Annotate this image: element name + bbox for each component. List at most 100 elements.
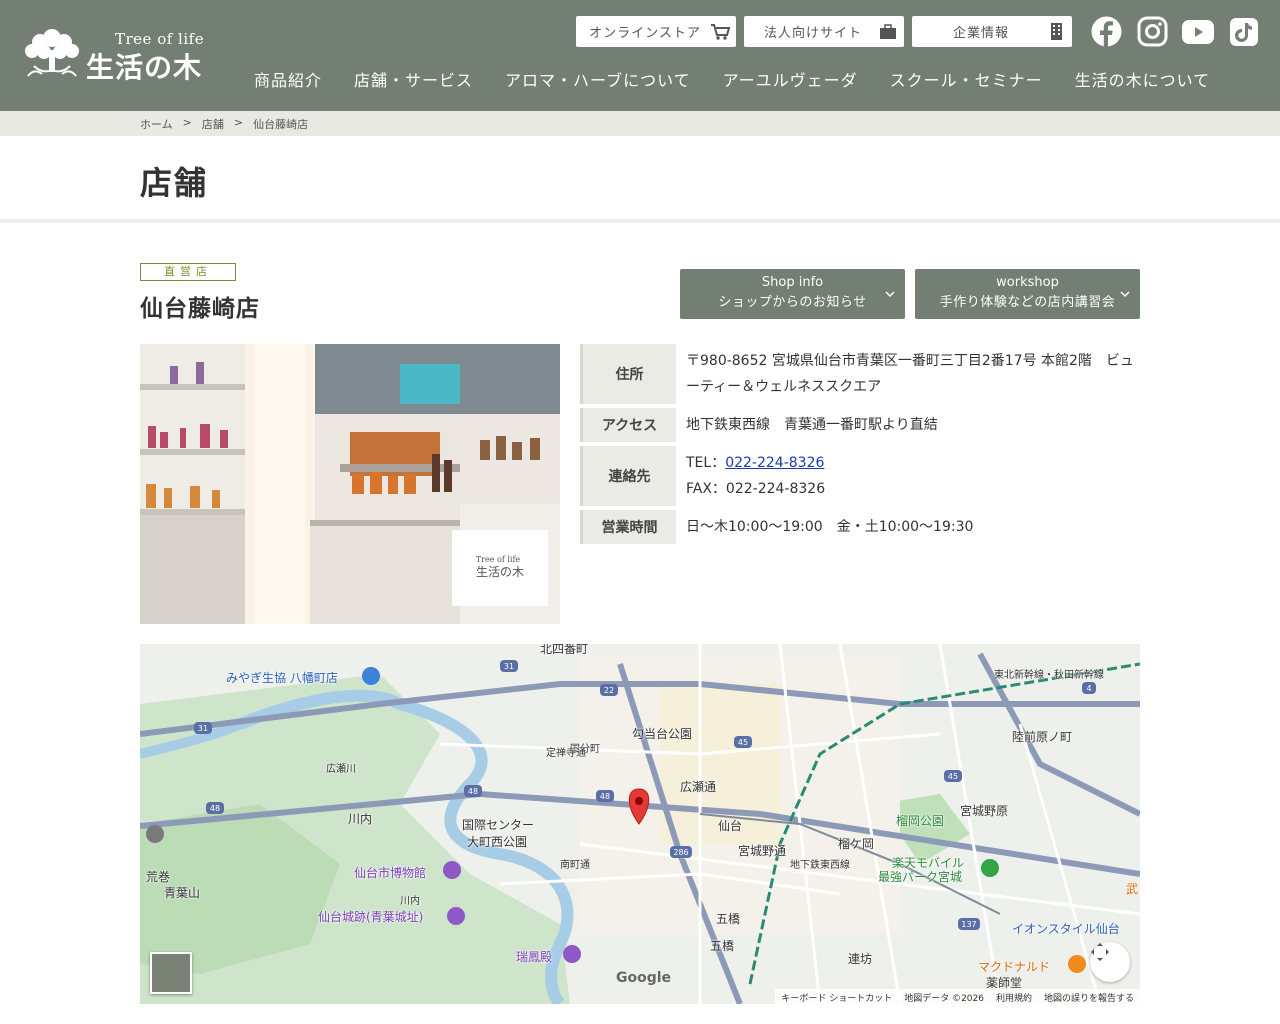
- facebook-icon: [1091, 16, 1121, 47]
- corporate-site-link[interactable]: 法人向けサイト: [744, 16, 904, 47]
- instagram-link[interactable]: [1136, 16, 1168, 47]
- contact-value: TEL：022-224-8326 FAX：022-224-8326: [676, 446, 1140, 506]
- workshop-button-title: workshop: [996, 275, 1059, 290]
- access-value: 地下鉄東西線 青葉通一番町駅より直結: [686, 417, 938, 433]
- logo-text-jp: 生活の木: [86, 51, 203, 84]
- map-label: 大町西公園: [467, 835, 528, 849]
- photo-sign-jp: 生活の木: [476, 565, 524, 579]
- nav-aroma-herb[interactable]: アロマ・ハーブについて: [489, 69, 707, 93]
- breadcrumb-bar: ホーム > 店舗 > 仙台藤崎店: [0, 111, 1280, 136]
- online-store-link[interactable]: オンラインストア: [576, 16, 736, 47]
- info-row-hours: 営業時間 日～木10:00～19:00 金・土10:00～19:30: [580, 510, 1140, 544]
- map-label: 青葉山: [164, 886, 201, 900]
- tiktok-icon: [1230, 17, 1258, 46]
- map-label: 宮城野通: [738, 844, 787, 858]
- fullscreen-button[interactable]: [1090, 942, 1130, 982]
- map-label: 地下鉄東西線: [790, 860, 850, 871]
- company-info-label: 企業情報: [952, 26, 1009, 41]
- tel-link[interactable]: 022-224-8326: [725, 455, 824, 471]
- chevron-down-icon: [1120, 291, 1130, 298]
- info-row-address: 住所 〒980-8652 宮城県仙台市青葉区一番町三丁目2番17号 本館2階 ビ…: [580, 344, 1140, 404]
- map-label: 陸前原ノ町: [1012, 730, 1073, 744]
- map-label: 北四番町: [540, 644, 589, 656]
- breadcrumb-home[interactable]: ホーム: [140, 116, 173, 132]
- access-label: アクセス: [580, 408, 676, 442]
- breadcrumb-separator: >: [233, 116, 244, 129]
- map-canvas: 31 22 45 31 48 48 48 286 45 137 4: [140, 644, 1140, 1004]
- nav-school-seminar[interactable]: スクール・セミナー: [874, 69, 1059, 93]
- route-number: 48: [600, 792, 610, 801]
- report-error-link[interactable]: 地図の誤りを報告する: [1044, 991, 1134, 1004]
- breadcrumb-separator: >: [182, 116, 192, 129]
- youtube-icon: [1182, 19, 1214, 44]
- social-links: [1090, 16, 1260, 47]
- map-label: 東北新幹線・秋田新幹線: [994, 670, 1104, 681]
- shop-info-table: 住所 〒980-8652 宮城県仙台市青葉区一番町三丁目2番17号 本館2階 ビ…: [580, 344, 1140, 548]
- page-title-band: 店舗: [0, 136, 1280, 223]
- map-label: 宮城野原: [960, 804, 1009, 818]
- cart-icon: [711, 24, 730, 40]
- route-number: 48: [210, 804, 220, 813]
- map-label: 五橋: [710, 939, 735, 953]
- route-number: 286: [673, 848, 688, 857]
- map-label: マクドナルド: [978, 960, 1051, 974]
- hours-label: 営業時間: [580, 510, 676, 544]
- page-title: 店舗: [140, 164, 209, 202]
- breadcrumb-stores[interactable]: 店舗: [202, 116, 224, 132]
- building-icon: [1051, 23, 1062, 40]
- map-data-credit: 地図データ ©2026: [904, 994, 984, 1004]
- satellite-toggle[interactable]: [150, 952, 192, 994]
- fax-value: FAX：022-224-8326: [686, 481, 826, 497]
- shop-info-button-title: Shop info: [761, 275, 824, 290]
- utility-links: オンラインストア 法人向けサイト 企業情報: [576, 16, 1072, 47]
- online-store-label: オンラインストア: [589, 26, 701, 41]
- map-label: 仙台: [718, 819, 743, 833]
- site-logo[interactable]: Tree of life 生活の木: [22, 24, 227, 84]
- workshop-button-subtitle: 手作り体験などの店内講習会: [939, 295, 1116, 310]
- hours-value: 日～木10:00～19:00 金・土10:00～19:30: [686, 519, 974, 535]
- youtube-link[interactable]: [1182, 16, 1214, 47]
- contact-label: 連絡先: [580, 446, 676, 506]
- nav-products[interactable]: 商品紹介: [238, 69, 338, 93]
- store-type-badge: 直営店: [140, 263, 236, 281]
- map-label: 南町通: [560, 860, 590, 871]
- route-number: 137: [961, 920, 976, 929]
- map-label: 連坊: [848, 952, 873, 966]
- map-label: 広瀬通: [680, 780, 717, 794]
- google-logo: Google: [616, 970, 672, 986]
- map-label: 武: [1126, 882, 1139, 896]
- address-value: 〒980-8652 宮城県仙台市青葉区一番町三丁目2番17号 本館2階 ビューテ…: [686, 353, 1134, 395]
- facebook-link[interactable]: [1090, 16, 1122, 47]
- map-label: 川内: [400, 896, 420, 907]
- fullscreen-icon: [1091, 943, 1109, 961]
- shop-info-button[interactable]: Shop info ショップからのお知らせ: [680, 269, 905, 319]
- company-info-link[interactable]: 企業情報: [912, 16, 1072, 47]
- nav-about[interactable]: 生活の木について: [1059, 69, 1227, 93]
- info-row-contact: 連絡先 TEL：022-224-8326 FAX：022-224-8326: [580, 446, 1140, 506]
- map-label: 川内: [348, 812, 373, 826]
- route-number: 45: [738, 738, 748, 747]
- map-label: 荒巻: [146, 870, 171, 884]
- route-number: 48: [468, 787, 478, 796]
- workshop-button[interactable]: workshop 手作り体験などの店内講習会: [915, 269, 1140, 319]
- route-number: 22: [604, 686, 614, 695]
- google-map[interactable]: 31 22 45 31 48 48 48 286 45 137 4 北四番町 み…: [140, 644, 1140, 1004]
- photo-sign-en: Tree of life: [476, 555, 521, 564]
- terms-link[interactable]: 利用規約: [996, 991, 1032, 1004]
- corporate-site-label: 法人向けサイト: [763, 26, 862, 41]
- route-number: 45: [948, 772, 958, 781]
- tree-logo-icon: [25, 29, 79, 77]
- nav-ayurveda[interactable]: アーユルヴェーダ: [707, 69, 874, 93]
- map-label: 仙台市博物館: [354, 866, 427, 880]
- map-footer: キーボード ショートカット 地図データ ©2026 利用規約 地図の誤りを報告す…: [775, 989, 1140, 1004]
- route-number: 4: [1086, 684, 1091, 693]
- nav-stores-services[interactable]: 店舗・サービス: [338, 69, 489, 93]
- shop-photo: Tree of life 生活の木: [140, 344, 560, 624]
- map-label: 広瀬川: [326, 764, 356, 775]
- keyboard-shortcuts-link[interactable]: キーボード ショートカット: [781, 991, 892, 1004]
- address-label: 住所: [580, 344, 676, 404]
- map-label: 五橋: [716, 912, 741, 926]
- tiktok-link[interactable]: [1228, 16, 1260, 47]
- map-label: 仙台城跡(青葉城址): [318, 910, 424, 924]
- tel-prefix: TEL：: [686, 455, 726, 471]
